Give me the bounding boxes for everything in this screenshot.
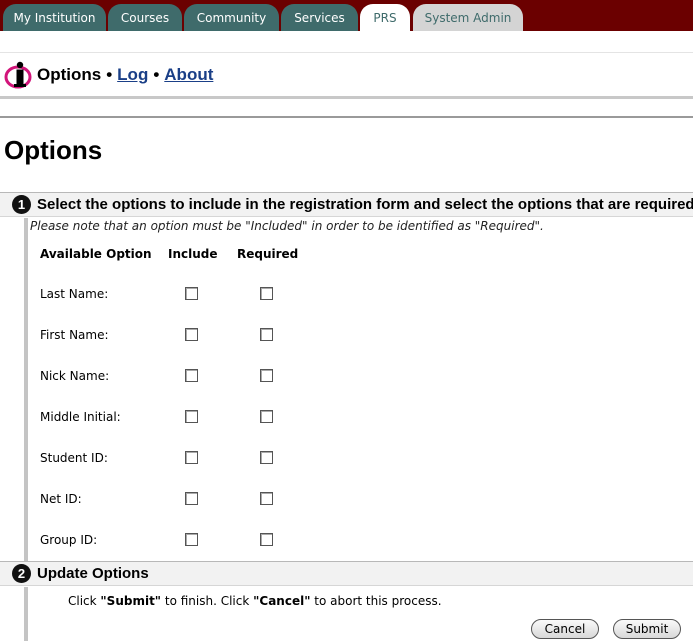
include-checkbox-last-name[interactable] — [185, 287, 198, 300]
option-label-group-id: Group ID: — [40, 533, 98, 547]
include-checkbox-group-id[interactable] — [185, 533, 198, 546]
divider — [0, 52, 693, 53]
column-header-option: Available Option — [40, 247, 152, 261]
step-number-icon: 2 — [12, 564, 31, 583]
required-checkbox-net-id[interactable] — [260, 492, 273, 505]
required-checkbox-first-name[interactable] — [260, 328, 273, 341]
option-label-net-id: Net ID: — [40, 492, 82, 506]
tab-courses[interactable]: Courses — [108, 4, 182, 31]
page-title: Options — [4, 135, 103, 165]
option-label-first-name: First Name: — [40, 328, 109, 342]
step-title: Update Options — [37, 565, 149, 582]
cancel-button[interactable]: Cancel — [531, 619, 599, 639]
option-label-middle-initial: Middle Initial: — [40, 410, 121, 424]
step-2-header: 2 Update Options — [0, 561, 693, 586]
required-checkbox-student-id[interactable] — [260, 451, 273, 464]
tool-title: Options — [37, 65, 102, 84]
option-label-student-id: Student ID: — [40, 451, 108, 465]
instruction-text: to abort this process. — [310, 594, 442, 608]
required-checkbox-middle-initial[interactable] — [260, 410, 273, 423]
instruction-text: Click — [68, 594, 101, 608]
step-1-rule — [24, 218, 28, 562]
include-checkbox-nick-name[interactable] — [185, 369, 198, 382]
tool-header: Options • Log • About — [4, 60, 213, 90]
divider — [0, 116, 693, 118]
column-header-include: Include — [168, 247, 218, 261]
submit-button[interactable]: Submit — [613, 619, 681, 639]
tab-prs[interactable]: PRS — [360, 4, 410, 31]
step-number-icon: 1 — [12, 195, 31, 214]
step-title: Select the options to include in the reg… — [37, 196, 693, 213]
include-checkbox-middle-initial[interactable] — [185, 410, 198, 423]
tab-community[interactable]: Community — [184, 4, 279, 31]
tab-my-institution[interactable]: My Institution — [3, 4, 106, 31]
separator: • — [106, 65, 113, 84]
option-label-nick-name: Nick Name: — [40, 369, 110, 383]
option-label-last-name: Last Name: — [40, 287, 109, 301]
step-2-rule — [24, 587, 28, 641]
about-link[interactable]: About — [164, 65, 213, 85]
include-checkbox-first-name[interactable] — [185, 328, 198, 341]
step-note: Please note that an option must be "Incl… — [30, 219, 544, 233]
divider — [0, 96, 693, 99]
required-checkbox-group-id[interactable] — [260, 533, 273, 546]
instruction-submit-text: "Submit" — [100, 594, 162, 608]
include-checkbox-student-id[interactable] — [185, 451, 198, 464]
separator: • — [153, 65, 160, 84]
info-icon — [4, 61, 32, 89]
required-checkbox-last-name[interactable] — [260, 287, 273, 300]
tab-system-admin[interactable]: System Admin — [413, 4, 523, 31]
instruction-cancel-text: "Cancel" — [253, 594, 311, 608]
tab-bar: My Institution Courses Community Service… — [0, 0, 693, 31]
step-instruction: Click "Submit" to finish. Click "Cancel"… — [68, 594, 442, 608]
step-1-header: 1 Select the options to include in the r… — [0, 192, 693, 217]
required-checkbox-nick-name[interactable] — [260, 369, 273, 382]
log-link[interactable]: Log — [117, 65, 148, 85]
column-header-required: Required — [237, 247, 299, 261]
tab-services[interactable]: Services — [281, 4, 358, 31]
instruction-text: to finish. Click — [161, 594, 254, 608]
include-checkbox-net-id[interactable] — [185, 492, 198, 505]
